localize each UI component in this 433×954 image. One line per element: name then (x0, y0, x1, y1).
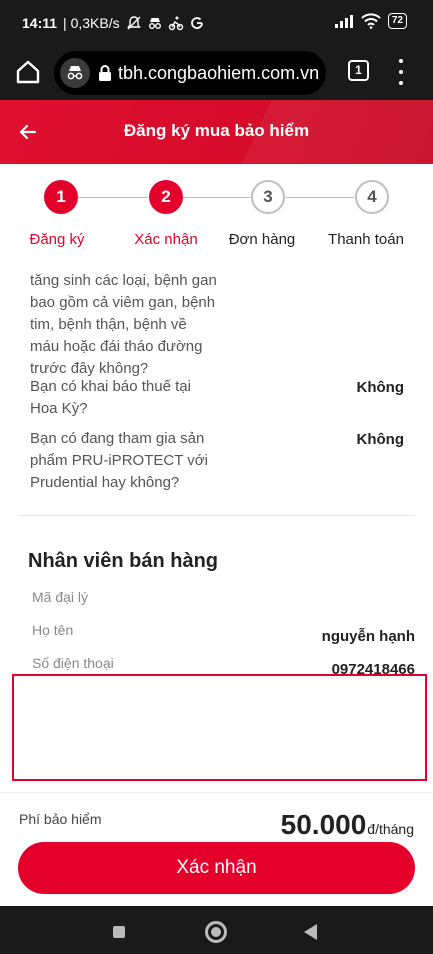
premium-label: Phí bảo hiểm (19, 811, 102, 827)
sales-staff-title: Nhân viên bán hàng (28, 550, 219, 572)
g-icon (190, 17, 203, 29)
lock-icon (99, 65, 111, 81)
muted-bell-icon (126, 16, 141, 30)
status-right: 72 (334, 13, 407, 29)
app-header: Đăng ký mua bảo hiểm (0, 100, 433, 164)
browser-menu-icon[interactable] (397, 59, 405, 85)
browser-toolbar: tbh.congbaohiem.com.vn 1 (0, 46, 433, 100)
home-icon[interactable] (15, 59, 41, 85)
confirm-button[interactable]: Xác nhận (18, 842, 415, 894)
progress-stepper: 1 2 3 4 Đăng ký Xác nhận Đơn hàng Thanh … (0, 164, 433, 266)
step-connector (286, 197, 354, 198)
section-divider (18, 515, 415, 516)
system-nav-bar (0, 906, 433, 954)
premium-value: 50.000 (280, 809, 367, 840)
step-4-label: Thanh toán (328, 231, 404, 248)
step-1-label: Đăng ký (29, 231, 85, 248)
highlight-box (12, 674, 427, 781)
question-answer: Không (356, 431, 404, 448)
question-text: Bạn có khai báo thuế tại Hoa Kỳ? (30, 378, 191, 417)
full-name-value: nguyễn hạnh (321, 628, 415, 645)
status-speed: | 0,3KB/s (63, 15, 120, 31)
agent-code-label: Mã đại lý (32, 589, 89, 605)
page-title: Đăng ký mua bảo hiểm (123, 121, 310, 140)
signal-icon (334, 15, 353, 28)
url-text: tbh.congbaohiem.com.vn (118, 62, 320, 83)
incognito-badge-icon (60, 58, 90, 88)
status-left: 14:11 | 0,3KB/s (22, 15, 205, 31)
step-connector (78, 197, 148, 198)
step-2-circle: 2 (149, 180, 183, 214)
status-time: 14:11 (22, 15, 58, 31)
step-3-circle: 3 (251, 180, 285, 214)
status-notification-icons (126, 15, 205, 31)
tab-switcher-button[interactable]: 1 (348, 60, 369, 81)
question-text: tăng sinh các loại, bệnh gan bao gồm cả … (30, 272, 217, 377)
step-1-circle: 1 (44, 180, 78, 214)
step-connector (183, 197, 251, 198)
back-nav-icon[interactable] (304, 924, 317, 940)
question-text: Bạn có đang tham gia sản phẩm PRU-iPROTE… (30, 430, 208, 491)
bottom-action-bar: Phí bảo hiểm 50.000 đ/tháng Xác nhận (0, 792, 433, 906)
phone-label: Số điện thoại (32, 655, 114, 671)
wifi-icon (361, 13, 381, 29)
address-bar[interactable]: tbh.congbaohiem.com.vn (54, 51, 326, 95)
home-nav-icon[interactable] (205, 921, 227, 943)
incognito-icon (148, 18, 161, 29)
recents-icon[interactable] (113, 926, 125, 938)
question-answer: Không (356, 379, 404, 396)
premium-amount: 50.000 đ/tháng (281, 809, 414, 841)
step-4-circle: 4 (355, 180, 389, 214)
bike-icon (168, 16, 183, 31)
full-name-label: Họ tên (32, 622, 74, 638)
battery-icon: 72 (387, 13, 407, 29)
premium-unit: đ/tháng (367, 821, 414, 837)
step-3-label: Đơn hàng (228, 231, 296, 248)
status-bar: 14:11 | 0,3KB/s 72 (0, 0, 433, 46)
step-2-label: Xác nhận (134, 231, 198, 248)
